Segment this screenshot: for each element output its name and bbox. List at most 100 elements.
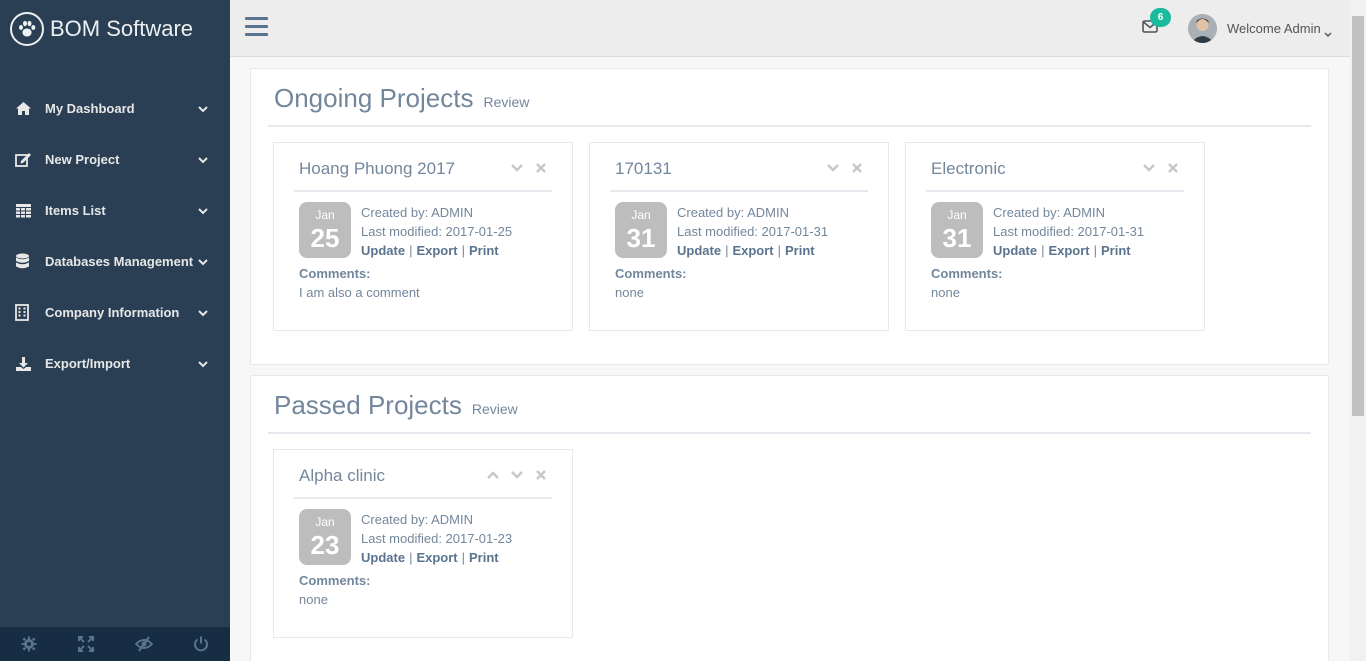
- update-link[interactable]: Update: [361, 243, 405, 258]
- close-icon[interactable]: [1166, 163, 1180, 173]
- sidebar-item-new-project[interactable]: New Project: [0, 134, 230, 185]
- print-link[interactable]: Print: [469, 550, 499, 565]
- comments-label: Comments:: [299, 266, 371, 281]
- export-link[interactable]: Export: [1048, 243, 1089, 258]
- date-day: 23: [310, 530, 340, 560]
- date-tile: Jan 31: [615, 202, 667, 258]
- sidebar-item-items-list[interactable]: Items List: [0, 185, 230, 236]
- scrollbar[interactable]: [1350, 0, 1366, 661]
- user-menu[interactable]: Welcome Admin: [1227, 21, 1321, 36]
- project-name: Electronic: [931, 159, 1006, 178]
- last-modified: Last modified: 2017-01-31: [677, 224, 829, 239]
- export-link[interactable]: Export: [732, 243, 773, 258]
- collapse-icon[interactable]: [510, 164, 524, 172]
- project-info: Created by: ADMIN Last modified: 2017-01…: [361, 510, 512, 567]
- project-name: Hoang Phuong 2017: [299, 159, 455, 178]
- chevron-down-icon: [1324, 25, 1332, 43]
- database-icon: [15, 253, 45, 270]
- sidebar-item-export-import[interactable]: Export/Import: [0, 338, 230, 389]
- comments-label: Comments:: [615, 266, 687, 281]
- expand-icon[interactable]: [486, 471, 500, 479]
- sidebar-item-databases-management[interactable]: Databases Management: [0, 236, 230, 287]
- print-link[interactable]: Print: [1101, 243, 1131, 258]
- panel-title: Passed Projects Review: [274, 390, 518, 421]
- ongoing-projects-panel: Ongoing Projects Review Hoang Phuong 201…: [250, 68, 1329, 365]
- chevron-down-icon: [198, 101, 208, 116]
- close-icon[interactable]: [534, 470, 548, 480]
- collapse-icon[interactable]: [510, 471, 524, 479]
- separator: |: [409, 243, 413, 258]
- collapse-icon[interactable]: [826, 164, 840, 172]
- power-icon[interactable]: [173, 627, 231, 661]
- print-link[interactable]: Print: [785, 243, 815, 258]
- card-tools: [1142, 163, 1180, 173]
- brand[interactable]: BOM Software: [0, 0, 230, 58]
- sidebar: BOM Software My Dashboard New Project It…: [0, 0, 230, 661]
- divider: [268, 125, 1311, 127]
- separator: |: [461, 550, 466, 565]
- divider: [268, 432, 1311, 434]
- top-nav: 6 Welcome Admin: [230, 0, 1350, 57]
- created-by: Created by: ADMIN: [361, 512, 473, 527]
- project-info: Created by: ADMIN Last modified: 2017-01…: [677, 203, 828, 260]
- brand-title: BOM Software: [50, 16, 194, 41]
- date-month: Jan: [947, 208, 967, 222]
- date-month: Jan: [631, 208, 651, 222]
- comments-text: I am also a comment: [299, 285, 420, 300]
- project-card: Alpha clinic Jan 23 Created by: ADMIN La…: [273, 449, 573, 638]
- home-icon: [15, 101, 45, 116]
- paw-icon: [10, 12, 44, 46]
- notification-badge: 6: [1150, 8, 1171, 27]
- print-link[interactable]: Print: [469, 243, 499, 258]
- date-day: 31: [626, 223, 656, 253]
- project-actions: Update | Export | Print: [361, 548, 512, 567]
- sidebar-item-label: My Dashboard: [45, 101, 135, 116]
- project-actions: Update | Export | Print: [993, 241, 1144, 260]
- project-name: 170131: [615, 159, 672, 178]
- comments-text: none: [931, 285, 960, 300]
- settings-icon[interactable]: [0, 627, 58, 661]
- project-card: Hoang Phuong 2017 Jan 25 Created by: ADM…: [273, 142, 573, 331]
- date-month: Jan: [315, 208, 335, 222]
- card-tools: [826, 163, 864, 173]
- divider: [294, 497, 552, 499]
- export-link[interactable]: Export: [416, 243, 457, 258]
- update-link[interactable]: Update: [361, 550, 405, 565]
- update-link[interactable]: Update: [677, 243, 721, 258]
- separator: |: [777, 243, 782, 258]
- eye-slash-icon[interactable]: [115, 627, 173, 661]
- separator: |: [409, 550, 413, 565]
- menu-toggle-icon[interactable]: [245, 17, 268, 41]
- chevron-down-icon: [198, 356, 208, 371]
- scrollbar-thumb[interactable]: [1352, 16, 1364, 416]
- divider: [294, 190, 552, 192]
- close-icon[interactable]: [850, 163, 864, 173]
- created-by: Created by: ADMIN: [677, 205, 789, 220]
- card-tools: [510, 163, 548, 173]
- separator: |: [725, 243, 729, 258]
- avatar[interactable]: [1188, 14, 1217, 43]
- fullscreen-icon[interactable]: [58, 627, 116, 661]
- update-link[interactable]: Update: [993, 243, 1037, 258]
- created-by: Created by: ADMIN: [361, 205, 473, 220]
- sidebar-item-label: Export/Import: [45, 356, 131, 371]
- panel-subtitle: Review: [471, 401, 518, 417]
- close-icon[interactable]: [534, 163, 548, 173]
- comments-label: Comments:: [299, 573, 371, 588]
- last-modified: Last modified: 2017-01-25: [361, 224, 513, 239]
- date-tile: Jan 23: [299, 509, 351, 565]
- project-card: Electronic Jan 31 Created by: ADMIN Last…: [905, 142, 1205, 331]
- project-name: Alpha clinic: [299, 466, 385, 485]
- sidebar-item-my-dashboard[interactable]: My Dashboard: [0, 83, 230, 134]
- divider: [610, 190, 868, 192]
- sidebar-item-label: New Project: [45, 152, 120, 167]
- project-actions: Update | Export | Print: [677, 241, 828, 260]
- export-link[interactable]: Export: [416, 550, 457, 565]
- sidebar-item-company-information[interactable]: Company Information: [0, 287, 230, 338]
- chevron-down-icon: [198, 203, 208, 218]
- chevron-down-icon: [198, 152, 208, 167]
- panel-title: Ongoing Projects Review: [274, 83, 529, 114]
- collapse-icon[interactable]: [1142, 164, 1156, 172]
- date-tile: Jan 31: [931, 202, 983, 258]
- building-icon: [15, 304, 45, 321]
